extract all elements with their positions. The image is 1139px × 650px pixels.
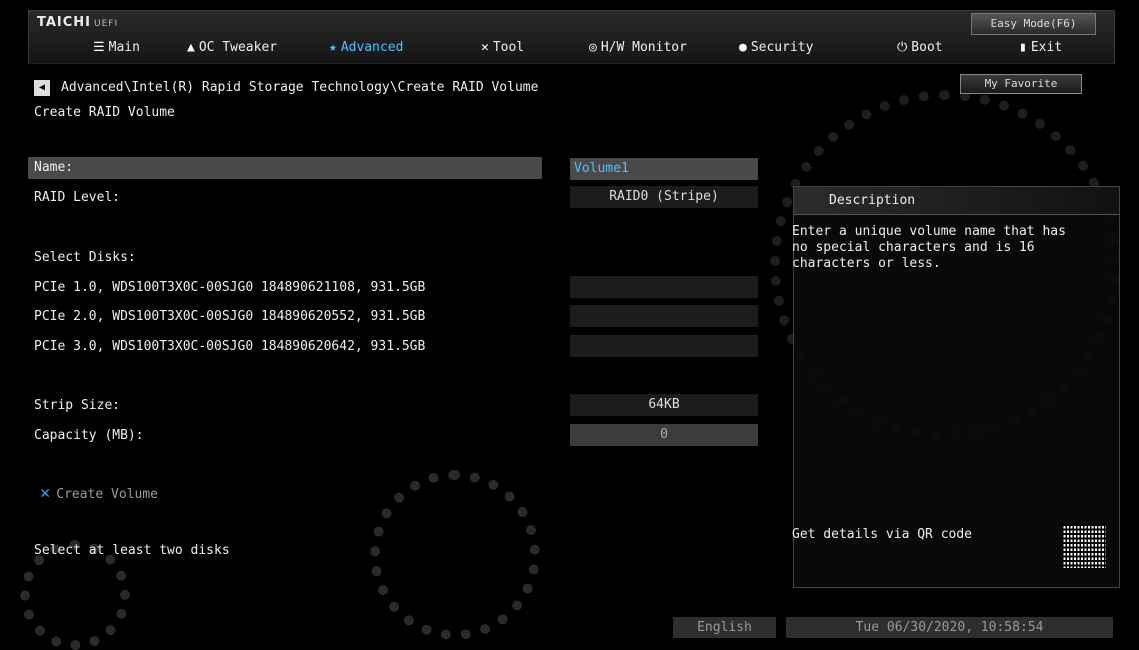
tab-tool[interactable]: ✕ Tool — [481, 35, 524, 61]
my-favorite-button[interactable]: My Favorite — [960, 74, 1082, 94]
list-icon: ☰ — [93, 40, 105, 55]
tools-icon: ✕ — [481, 40, 489, 55]
top-bar: TAICHI UEFI Easy Mode(F6) ☰ Main ▲ OC Tweak… — [28, 10, 1115, 64]
description-header: Description — [794, 187, 1119, 215]
disk-1-label[interactable]: PCIe 1.0, WDS100T3X0C-00SJG0 18489062110… — [34, 280, 425, 295]
raid-level-label[interactable]: RAID Level: — [34, 190, 120, 205]
disk-3-select[interactable] — [570, 335, 758, 357]
exit-icon: ▮ — [1019, 40, 1027, 55]
tab-exit[interactable]: ▮ Exit — [1019, 35, 1062, 61]
disk-3-label[interactable]: PCIe 3.0, WDS100T3X0C-00SJG0 18489062064… — [34, 339, 425, 354]
selected-row-highlight — [28, 157, 542, 179]
disk-2-label[interactable]: PCIe 2.0, WDS100T3X0C-00SJG0 18489062055… — [34, 309, 425, 324]
tab-hw-monitor[interactable]: ◎ H/W Monitor — [589, 35, 687, 61]
divider — [28, 63, 1113, 64]
qr-label: Get details via QR code — [792, 527, 973, 542]
decorative-gear — [370, 470, 540, 640]
disk-1-select[interactable] — [570, 276, 758, 298]
select-disks-label: Select Disks: — [34, 250, 136, 265]
monitor-icon: ◎ — [589, 40, 597, 55]
tab-advanced[interactable]: ★ Advanced — [329, 35, 403, 61]
rocket-icon: ▲ — [187, 40, 195, 55]
strip-size-select[interactable]: 64KB — [570, 394, 758, 416]
tab-oc-tweaker[interactable]: ▲ OC Tweaker — [187, 35, 277, 61]
volume-name-input[interactable]: Volume1 — [570, 158, 758, 180]
back-button[interactable]: ◀ — [34, 80, 50, 96]
status-message: Select at least two disks — [34, 543, 230, 558]
tools-icon: ✕ — [40, 483, 51, 503]
qr-code-icon — [1062, 524, 1106, 568]
datetime-display: Tue 06/30/2020, 10:58:54 — [786, 617, 1113, 638]
language-button[interactable]: English — [673, 617, 776, 638]
star-icon: ★ — [329, 40, 337, 55]
capacity-label: Capacity (MB): — [34, 428, 144, 443]
taichi-logo: TAICHI UEFI — [37, 15, 119, 30]
tab-security[interactable]: ● Security — [739, 35, 813, 61]
page-title: Create RAID Volume — [34, 105, 175, 120]
capacity-field[interactable]: 0 — [570, 424, 758, 446]
breadcrumb: Advanced\Intel(R) Rapid Storage Technolo… — [61, 80, 539, 95]
main-tabs: ☰ Main ▲ OC Tweaker ★ Advanced ✕ Tool ◎ H/W M… — [29, 35, 1114, 61]
disk-2-select[interactable] — [570, 305, 758, 327]
easy-mode-button[interactable]: Easy Mode(F6) — [971, 13, 1096, 35]
tab-boot[interactable]: ⏻ Boot — [897, 35, 943, 61]
name-label[interactable]: Name: — [34, 160, 73, 175]
raid-level-select[interactable]: RAID0 (Stripe) — [570, 186, 758, 208]
create-volume-button[interactable]: ✕ Create Volume — [40, 483, 158, 503]
description-text: Enter a unique volume name that has no s… — [792, 224, 1066, 271]
strip-size-label[interactable]: Strip Size: — [34, 398, 120, 413]
shield-icon: ● — [739, 40, 747, 55]
description-panel: Description Enter a unique volume name t… — [792, 186, 1120, 588]
tab-main[interactable]: ☰ Main — [93, 35, 140, 61]
power-icon: ⏻ — [897, 40, 908, 55]
